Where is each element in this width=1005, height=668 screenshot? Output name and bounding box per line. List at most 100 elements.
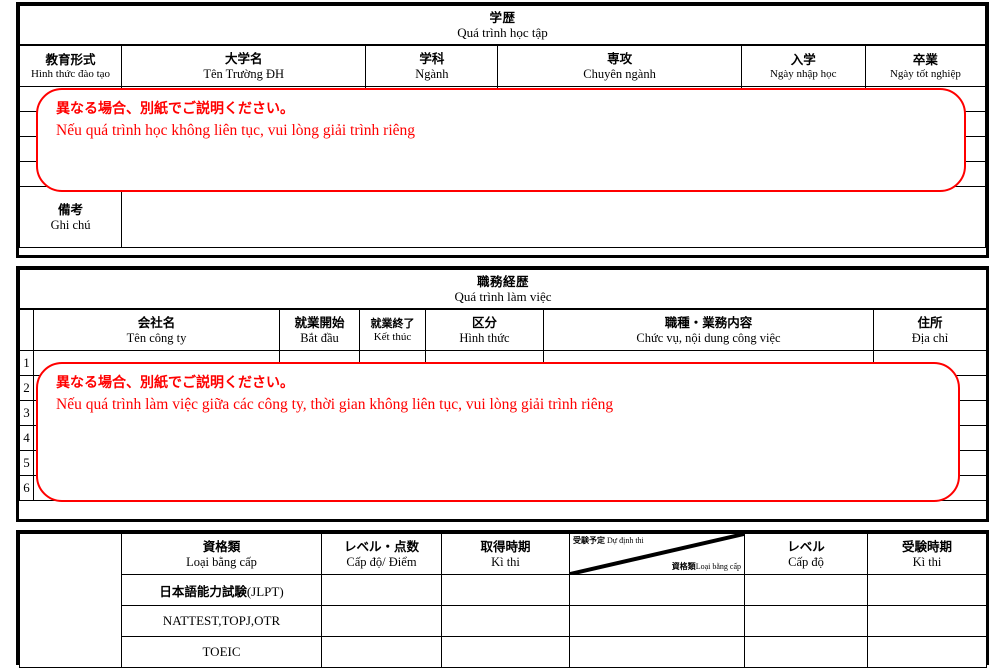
- remark-jp-label: 備考: [58, 201, 84, 217]
- col-jp-label: 会社名: [137, 314, 176, 330]
- qual-cell-level[interactable]: [321, 636, 442, 668]
- col-vi-label: Tên công ty: [126, 330, 187, 345]
- qual-col-header-plan-date: 受験時期 Kì thi: [867, 533, 987, 575]
- col-vi-label: Địa chỉ: [911, 330, 949, 345]
- education-remark-label: 備考 Ghi chú: [18, 186, 123, 248]
- col-jp-label: 教育形式: [45, 51, 96, 67]
- col-jp-label: 卒業: [912, 51, 938, 67]
- qual-col-header-planned-split: 受験予定 Dự định thi 資格類Loại bằng cấp: [569, 533, 745, 575]
- education-callout-jp: 異なる場合、別紙でご説明ください。: [56, 101, 294, 117]
- work-row-number: 3: [19, 400, 34, 426]
- type-vi-label: Loại bằng cấp: [695, 562, 741, 571]
- col-vi-label: Cấp độ: [788, 554, 824, 569]
- col-jp-label: 受験時期: [901, 538, 952, 554]
- education-col-header-entrance: 入学 Ngày nhập học: [740, 44, 866, 87]
- table-row: 日本語能力試験(JLPT): [20, 574, 987, 606]
- work-title-cell: 職務経歴 Quá trình làm việc: [19, 269, 987, 310]
- planned-jp-label: 受験予定: [573, 536, 605, 545]
- work-col-header-duties: 職種・業務内容 Chức vụ, nội dung công việc: [543, 308, 874, 351]
- qualifications-section: 資格類 Loại bằng cấp レベル・点数 Cấp độ/ Điểm 取得…: [16, 530, 989, 668]
- work-callout-jp: 異なる場合、別紙でご説明ください。: [56, 375, 294, 391]
- qual-cell-plan-level[interactable]: [744, 574, 868, 606]
- qual-cell-plan-type[interactable]: [569, 636, 745, 668]
- education-title-vi: Quá trình học tập: [457, 24, 548, 40]
- table-row: TOEIC: [20, 636, 987, 668]
- col-jp-label: 区分: [471, 314, 497, 330]
- col-jp-label: 就業開始: [294, 314, 345, 330]
- qualifications-table: 資格類 Loại bằng cấp レベル・点数 Cấp độ/ Điểm 取得…: [19, 533, 987, 668]
- col-jp-label: 住所: [917, 314, 943, 330]
- col-jp-label: 専攻: [607, 50, 633, 66]
- col-vi-label: Hình thức đào tạo: [31, 67, 111, 80]
- work-row-number: 5: [19, 450, 34, 476]
- planned-vi-label: Dự định thi: [607, 536, 644, 545]
- qual-row-name-nattest: NATTEST,TOPJ,OTR: [121, 605, 322, 637]
- education-col-header-university: 大学名 Tên Trường ĐH: [121, 44, 367, 87]
- qual-cell-date[interactable]: [441, 636, 570, 668]
- work-callout-vi: Nếu quá trình làm việc giữa các công ty,…: [56, 396, 614, 413]
- education-remark-value[interactable]: [121, 186, 986, 248]
- col-vi-label: Loại bằng cấp: [186, 554, 257, 569]
- work-col-header-start: 就業開始 Bắt đầu: [279, 308, 360, 351]
- col-vi-label: Ngày nhập học: [769, 67, 837, 80]
- qual-cell-plan-date[interactable]: [867, 574, 987, 606]
- work-title-vi: Quá trình làm việc: [454, 288, 552, 304]
- work-header-row: 会社名 Tên công ty 就業開始 Bắt đầu 就業終了 Kết th…: [19, 308, 987, 351]
- qual-cell-plan-type[interactable]: [569, 574, 745, 606]
- qualifications-blank-cell: [19, 533, 122, 668]
- qual-cell-plan-date[interactable]: [867, 605, 987, 637]
- qual-cell-level[interactable]: [321, 605, 442, 637]
- education-col-header-major: 専攻 Chuyên ngành: [497, 44, 742, 87]
- col-vi-label: Hình thức: [459, 330, 510, 345]
- col-vi-label: Chuyên ngành: [583, 66, 656, 81]
- education-title-cell: 学歴 Quá trình học tập: [19, 5, 986, 46]
- qual-col-header-type: 資格類 Loại bằng cấp: [121, 533, 322, 575]
- work-history-callout: 異なる場合、別紙でご説明ください。 Nếu quá trình làm việc…: [36, 362, 960, 502]
- col-vi-label: Bắt đầu: [300, 330, 339, 345]
- education-header-row: 教育形式 Hình thức đào tạo 大学名 Tên Trường ĐH…: [18, 44, 987, 87]
- col-vi-label: Ngày tốt nghiệp: [889, 67, 961, 80]
- col-jp-label: 職種・業務内容: [664, 314, 753, 330]
- qual-row-name-toeic: TOEIC: [121, 636, 322, 668]
- qual-cell-level[interactable]: [321, 574, 442, 606]
- work-row-number: 2: [19, 375, 34, 401]
- work-col-header-address: 住所 Địa chỉ: [873, 308, 987, 351]
- remark-vi-label: Ghi chú: [50, 217, 91, 232]
- education-remark-row: 備考 Ghi chú: [18, 186, 986, 248]
- education-col-header-form: 教育形式 Hình thức đào tạo: [18, 44, 123, 87]
- col-jp-label: 入学: [790, 51, 816, 67]
- col-jp-label: レベル: [787, 538, 825, 554]
- education-title-row: 学歴 Quá trình học tập: [19, 5, 986, 46]
- work-col-header-index: [19, 308, 34, 351]
- qual-cell-plan-level[interactable]: [744, 636, 868, 668]
- qual-cell-plan-type[interactable]: [569, 605, 745, 637]
- col-jp-label: 資格類: [202, 538, 241, 554]
- col-vi-label: Cấp độ/ Điểm: [346, 554, 417, 569]
- work-col-header-end: 就業終了 Kết thúc: [359, 308, 426, 351]
- col-vi-label: Ngành: [415, 66, 449, 81]
- qual-cell-date[interactable]: [441, 605, 570, 637]
- col-vi-label: Chức vụ, nội dung công việc: [636, 330, 781, 345]
- education-callout: 異なる場合、別紙でご説明ください。 Nếu quá trình học khôn…: [36, 88, 966, 192]
- education-col-header-department: 学科 Ngành: [365, 44, 499, 87]
- qual-cell-date[interactable]: [441, 574, 570, 606]
- qual-name-suffix: NATTEST,TOPJ,OTR: [162, 613, 281, 628]
- qual-row-name-jlpt: 日本語能力試験(JLPT): [121, 574, 322, 606]
- col-jp-label: 大学名: [224, 50, 263, 66]
- education-title-jp: 学歴: [489, 9, 516, 25]
- col-jp-label: 取得時期: [480, 538, 531, 554]
- work-col-header-type: 区分 Hình thức: [425, 308, 544, 351]
- work-row-number: 1: [19, 350, 34, 376]
- col-vi-label: Kì thi: [912, 554, 942, 569]
- work-col-header-company: 会社名 Tên công ty: [33, 308, 280, 351]
- col-jp-label: レベル・点数: [343, 538, 419, 554]
- qual-cell-plan-date[interactable]: [867, 636, 987, 668]
- education-callout-vi: Nếu quá trình học không liên tục, vui lò…: [56, 122, 416, 139]
- qual-planned-label-topleft: 受験予定 Dự định thi: [573, 536, 644, 546]
- work-title-jp: 職務経歴: [476, 273, 529, 289]
- education-col-header-graduation: 卒業 Ngày tốt nghiệp: [864, 44, 987, 87]
- qual-type-label-bottomright: 資格類Loại bằng cấp: [672, 562, 741, 572]
- qual-col-header-acquired-date: 取得時期 Kì thi: [441, 533, 570, 575]
- col-jp-label: 学科: [419, 50, 445, 66]
- qual-cell-plan-level[interactable]: [744, 605, 868, 637]
